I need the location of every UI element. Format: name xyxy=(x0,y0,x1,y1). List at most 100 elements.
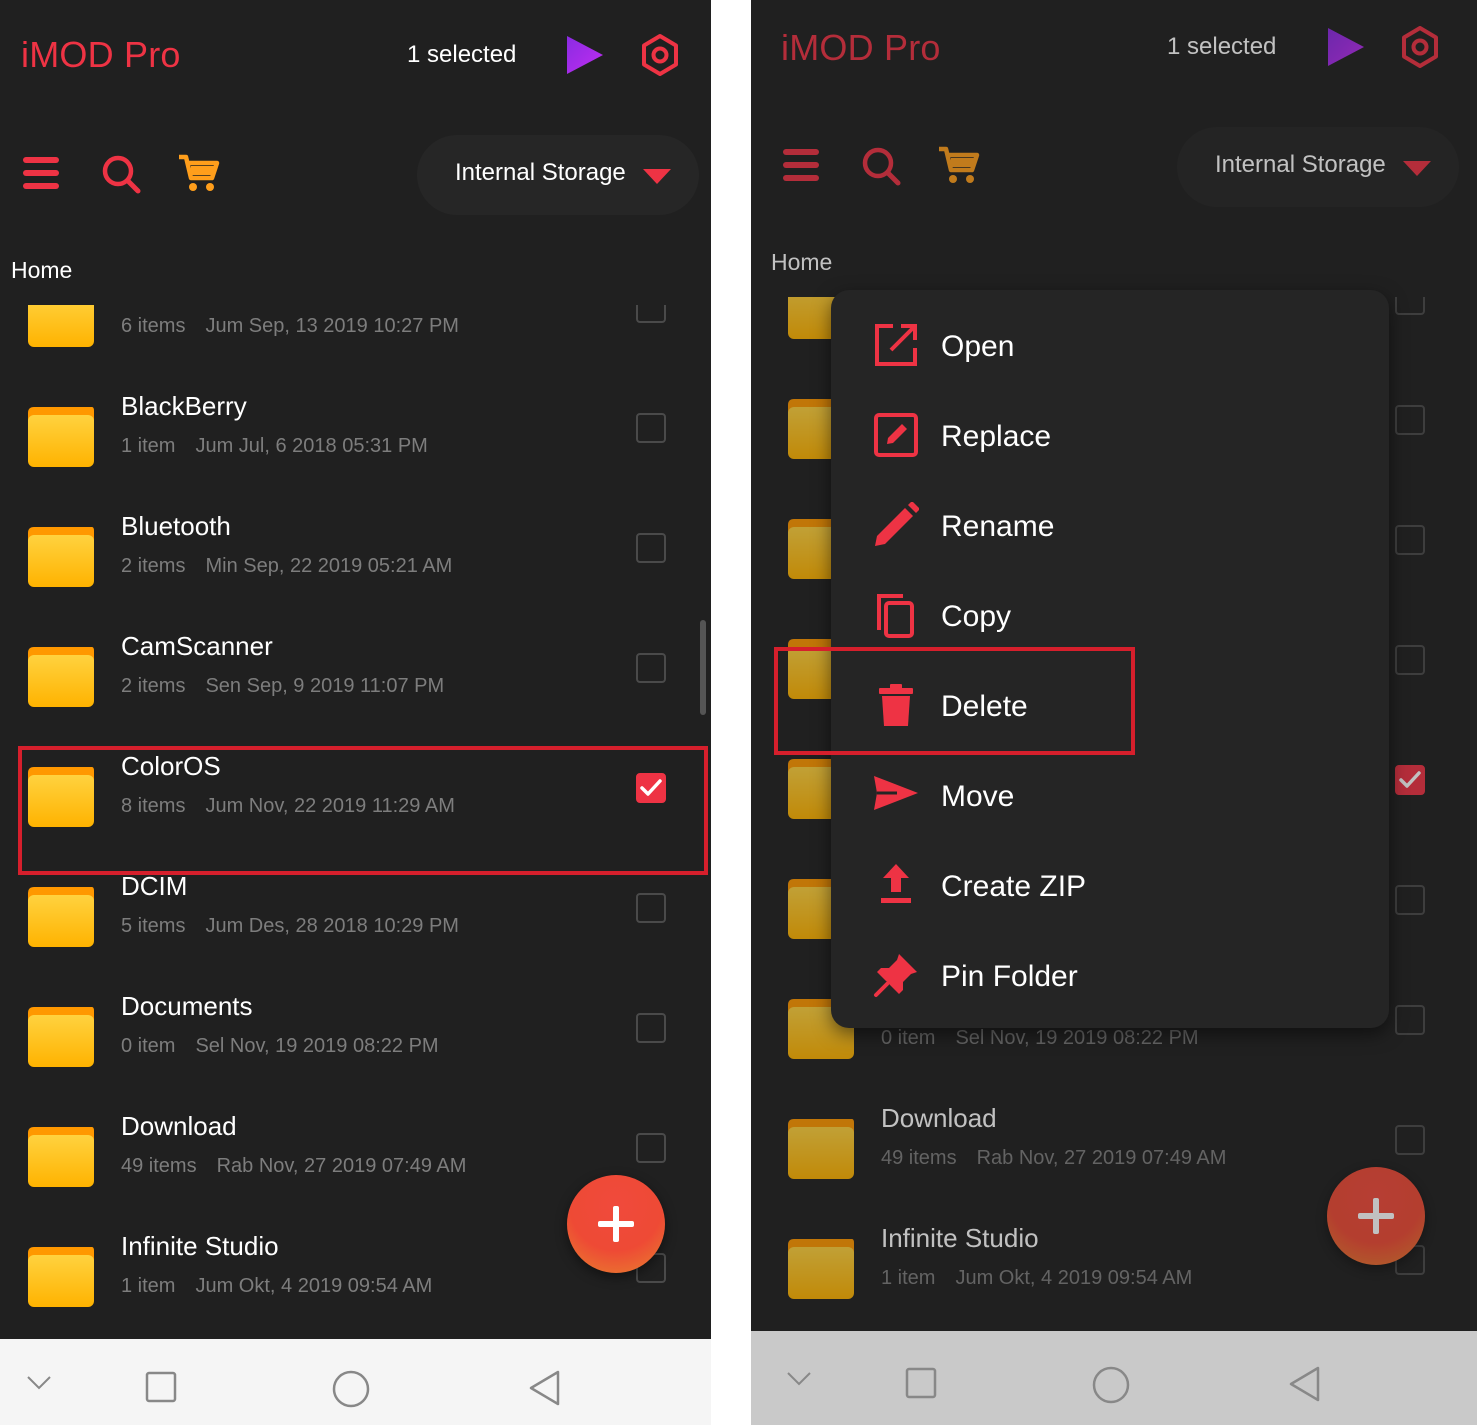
chevron-down-icon[interactable] xyxy=(786,1371,812,1387)
menu-item-rename[interactable]: Rename xyxy=(831,480,1389,570)
recents-square-icon[interactable] xyxy=(145,1371,177,1403)
modified-date: Min Sep, 22 2019 05:21 AM xyxy=(205,555,453,577)
breadcrumb[interactable]: Home xyxy=(11,257,72,284)
row-checkbox[interactable] xyxy=(636,413,666,443)
menu-label: Pin Folder xyxy=(941,960,1078,993)
back-triangle-icon[interactable] xyxy=(1288,1365,1322,1403)
replace-edit-icon xyxy=(874,413,918,457)
home-circle-icon[interactable] xyxy=(1091,1365,1131,1405)
copy-icon xyxy=(877,594,914,638)
item-count: 0 item xyxy=(121,1035,176,1057)
folder-name: Bluetooth xyxy=(121,511,231,541)
send-arrow-icon xyxy=(874,776,918,810)
menu-item-create-zip[interactable]: Create ZIP xyxy=(831,840,1389,930)
row-checkbox[interactable] xyxy=(636,533,666,563)
menu-label: Copy xyxy=(941,600,1012,633)
item-count: 1 item xyxy=(881,1267,936,1289)
cart-icon[interactable] xyxy=(178,154,220,194)
row-checkbox[interactable] xyxy=(1395,525,1425,555)
checkmark-icon xyxy=(1399,771,1421,788)
modified-date: Jum Jul, 6 2018 05:31 PM xyxy=(195,435,428,457)
row-checkbox[interactable] xyxy=(1395,1125,1425,1155)
recents-square-icon[interactable] xyxy=(905,1367,937,1399)
list-item[interactable]: Bahan tema6 itemsJum Sep, 13 2019 10:27 … xyxy=(0,305,711,365)
folder-icon xyxy=(28,647,94,707)
cart-icon[interactable] xyxy=(938,146,980,186)
folder-name: Download xyxy=(881,1103,997,1133)
list-item[interactable]: BlackBerry 1 item Jum Jul, 6 2018 05:31 PM xyxy=(0,365,711,485)
menu-item-replace[interactable]: Replace xyxy=(831,390,1389,480)
row-checkbox[interactable] xyxy=(1395,1005,1425,1035)
row-checkbox[interactable] xyxy=(636,1133,666,1163)
settings-hex-icon[interactable] xyxy=(638,33,682,77)
list-item[interactable]: Documents 0 item Sel Nov, 19 2019 08:22 PM xyxy=(0,965,711,1085)
plus-icon xyxy=(1358,1198,1394,1234)
folder-meta: 2 items Sen Sep, 9 2019 11:07 PM xyxy=(121,675,444,698)
folder-icon xyxy=(788,1239,854,1299)
menu-icon[interactable] xyxy=(23,156,59,190)
pin-icon xyxy=(874,954,917,997)
folder-meta: 0 item Sel Nov, 19 2019 08:22 PM xyxy=(121,1035,439,1058)
add-fab-button[interactable] xyxy=(1327,1167,1425,1265)
folder-meta: 1 item Jum Jul, 6 2018 05:31 PM xyxy=(121,435,428,458)
menu-item-move[interactable]: Move xyxy=(831,750,1389,840)
row-checkbox[interactable] xyxy=(1395,885,1425,915)
row-checkbox[interactable] xyxy=(636,653,666,683)
row-checkbox[interactable] xyxy=(636,305,666,323)
play-icon[interactable] xyxy=(1324,26,1366,68)
row-checkbox[interactable] xyxy=(636,1013,666,1043)
upload-zip-icon xyxy=(881,864,911,903)
settings-hex-icon[interactable] xyxy=(1398,25,1442,69)
folder-meta: 49 items Rab Nov, 27 2019 07:49 AM xyxy=(121,1155,466,1178)
row-checkbox[interactable] xyxy=(1395,297,1425,315)
back-triangle-icon[interactable] xyxy=(528,1369,562,1407)
folder-meta: 49 items Rab Nov, 27 2019 07:49 AM xyxy=(881,1147,1226,1170)
folder-meta: 0 item Sel Nov, 19 2019 08:22 PM xyxy=(881,1027,1199,1050)
system-navbar xyxy=(0,1339,711,1425)
row-checkbox[interactable] xyxy=(1395,765,1425,795)
folder-icon xyxy=(28,1127,94,1187)
folder-meta: 1 item Jum Okt, 4 2019 09:54 AM xyxy=(881,1267,1192,1290)
chevron-down-icon[interactable] xyxy=(26,1375,52,1391)
menu-item-open[interactable]: Open xyxy=(831,300,1389,390)
search-icon[interactable] xyxy=(861,146,901,186)
breadcrumb[interactable]: Home xyxy=(771,249,832,276)
item-count: 5 items xyxy=(121,915,186,937)
folder-meta: 2 items Min Sep, 22 2019 05:21 AM xyxy=(121,555,452,578)
menu-item-pin-folder[interactable]: Pin Folder xyxy=(831,930,1389,1020)
folder-icon xyxy=(28,407,94,467)
app-title: iMOD Pro xyxy=(21,34,181,75)
item-count: 49 items xyxy=(121,1155,197,1177)
item-count: 1 item xyxy=(121,1275,176,1297)
row-checkbox[interactable] xyxy=(636,893,666,923)
screen-right: iMOD Pro 1 selected Internal Storage Hom… xyxy=(751,0,1477,1425)
menu-label: Create ZIP xyxy=(941,870,1087,903)
storage-selector[interactable]: Internal Storage xyxy=(1177,127,1459,207)
menu-label: Move xyxy=(941,780,1015,813)
menu-icon[interactable] xyxy=(783,148,819,182)
folder-name: BlackBerry xyxy=(121,391,247,421)
row-checkbox[interactable] xyxy=(1395,645,1425,675)
folder-meta: 1 item Jum Okt, 4 2019 09:54 AM xyxy=(121,1275,432,1298)
app-title: iMOD Pro xyxy=(781,27,941,68)
storage-label: Internal Storage xyxy=(1215,151,1386,178)
item-count: 1 item xyxy=(121,435,176,457)
home-circle-icon[interactable] xyxy=(331,1369,371,1409)
folder-icon xyxy=(28,305,94,347)
storage-selector[interactable]: Internal Storage xyxy=(417,135,699,215)
add-fab-button[interactable] xyxy=(567,1175,665,1273)
screen-left: iMOD Pro 1 selected Internal Storage Hom… xyxy=(0,0,711,1425)
modified-date: Sel Nov, 19 2019 08:22 PM xyxy=(195,1035,439,1057)
modified-date: Sel Nov, 19 2019 08:22 PM xyxy=(955,1027,1199,1049)
scrollbar[interactable] xyxy=(700,620,706,715)
row-checkbox[interactable] xyxy=(1395,405,1425,435)
search-icon[interactable] xyxy=(101,154,141,194)
plus-icon xyxy=(598,1206,634,1242)
system-navbar xyxy=(751,1331,1477,1425)
folder-icon xyxy=(28,1007,94,1067)
storage-label: Internal Storage xyxy=(455,159,626,186)
list-item[interactable]: Bluetooth 2 items Min Sep, 22 2019 05:21 A… xyxy=(0,485,711,605)
folder-name: CamScanner xyxy=(121,631,273,661)
list-item[interactable]: CamScanner 2 items Sen Sep, 9 2019 11:07 P… xyxy=(0,605,711,725)
play-icon[interactable] xyxy=(563,34,605,76)
